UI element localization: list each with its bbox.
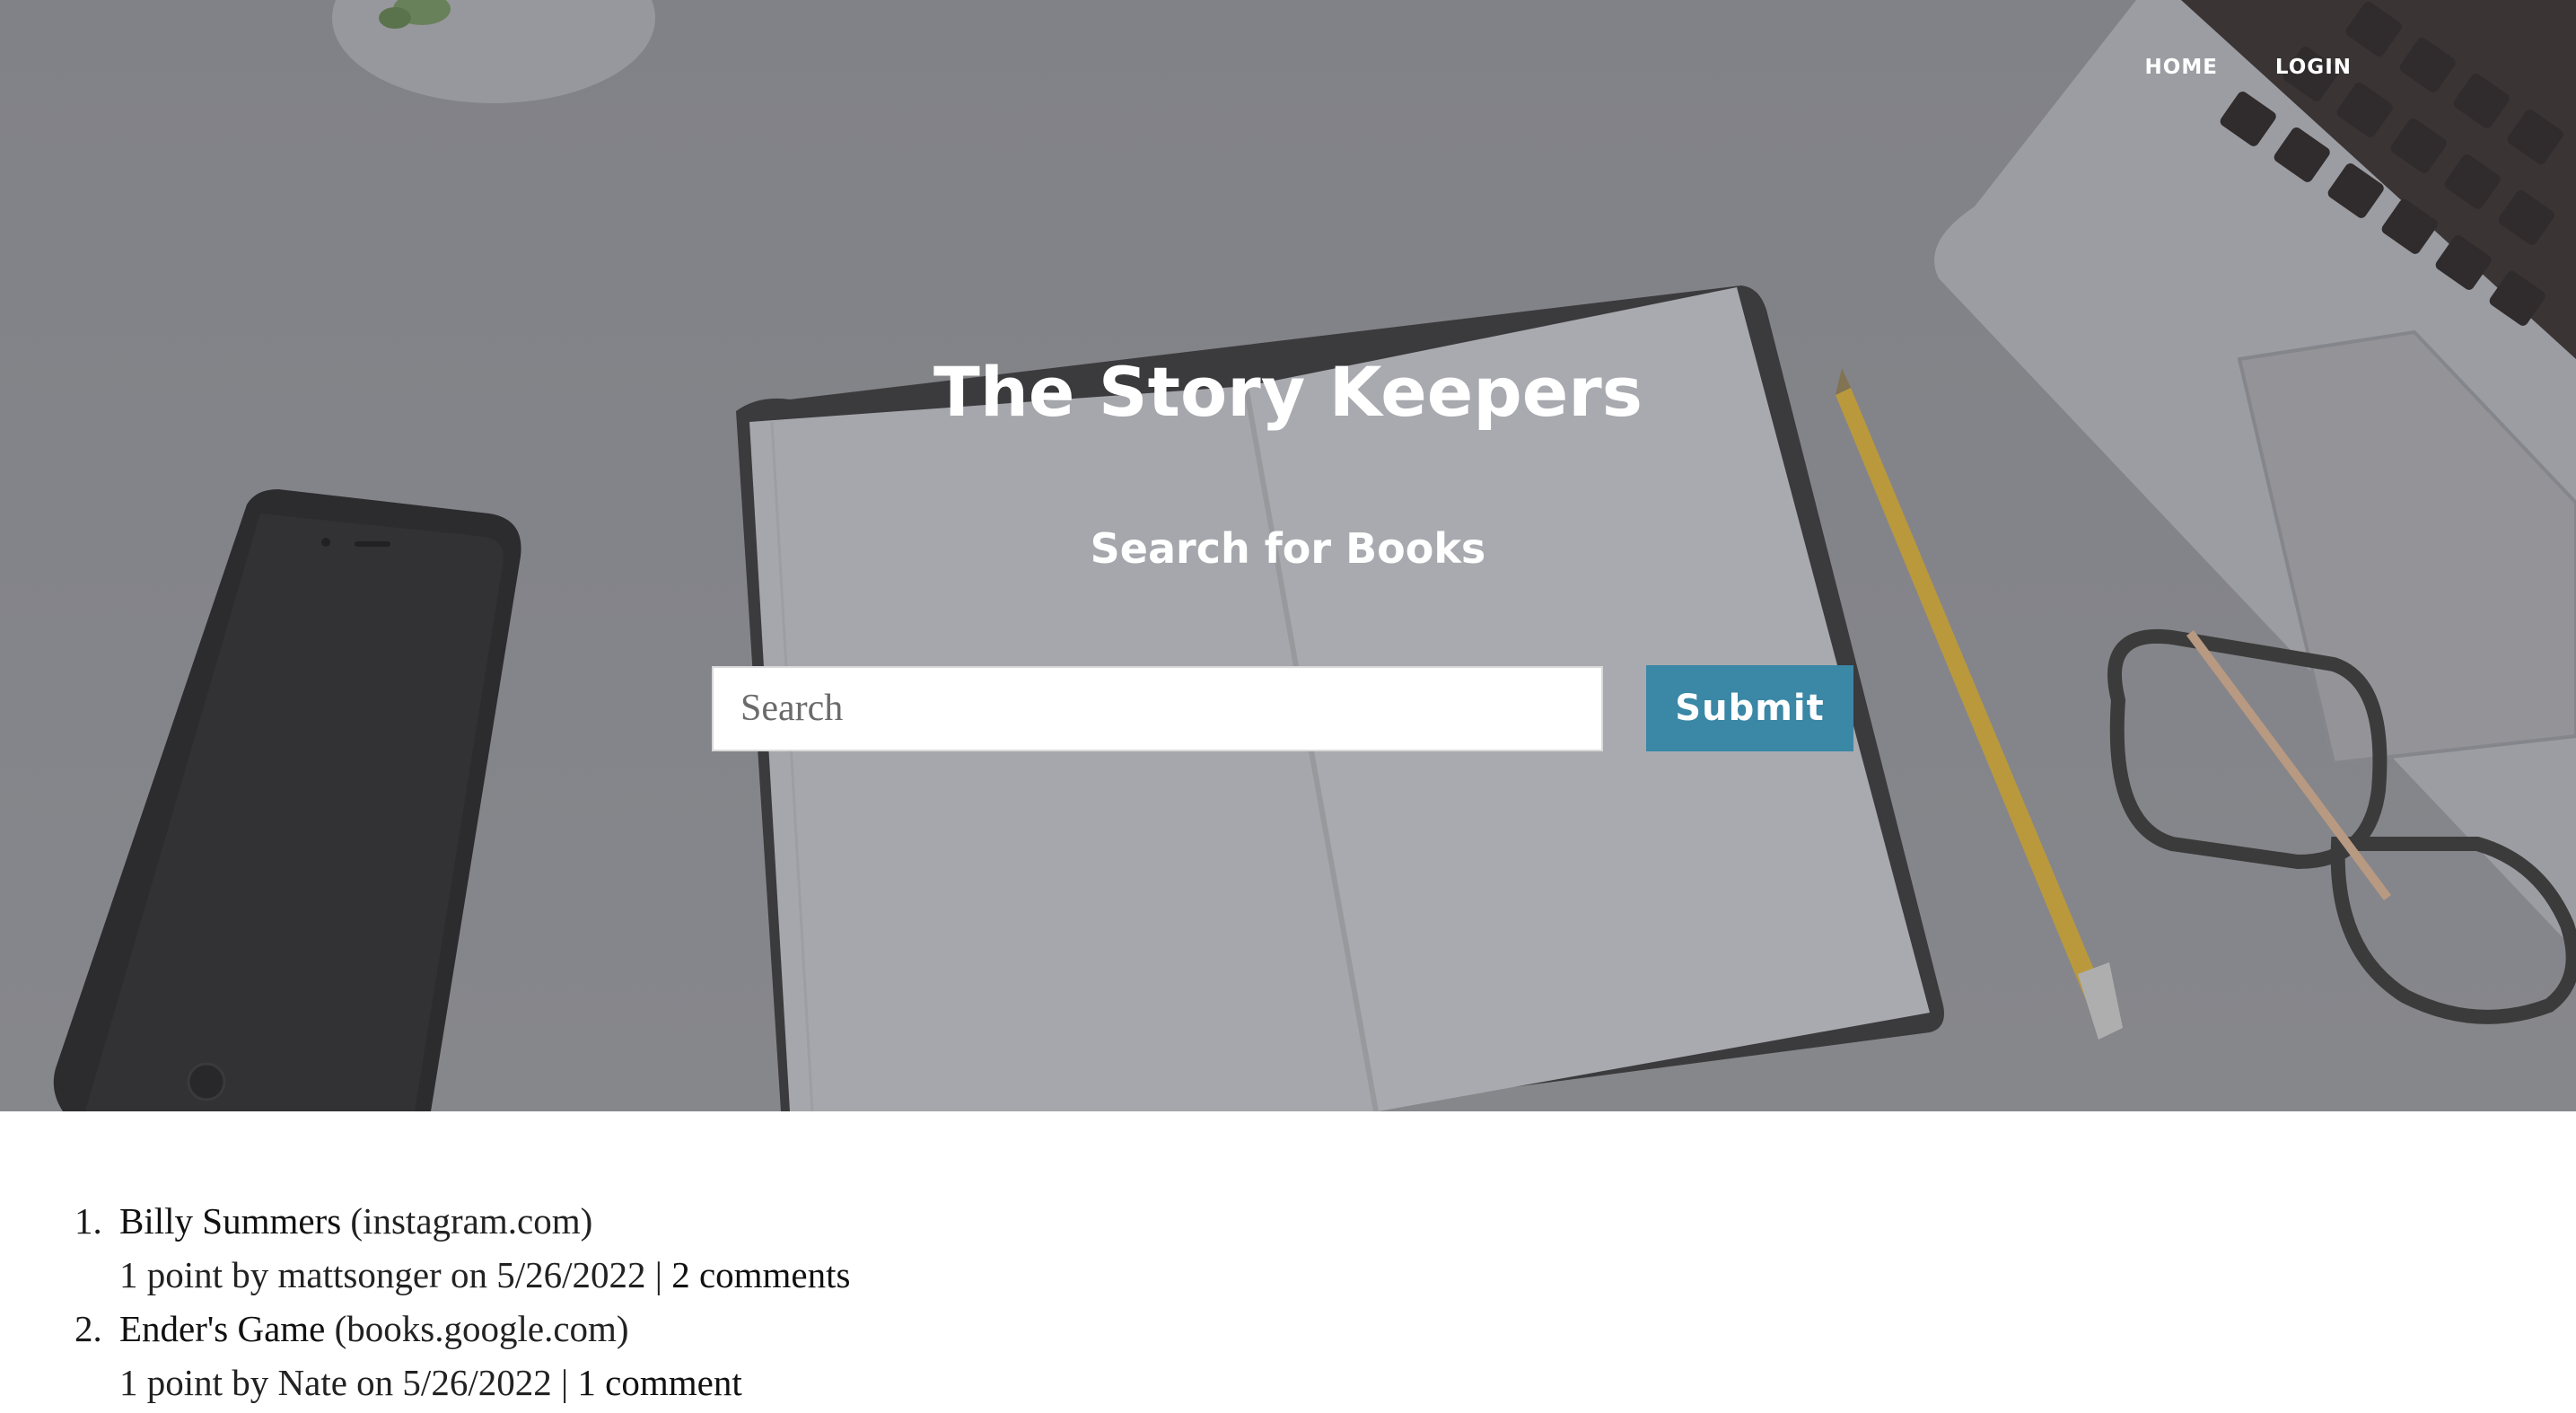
submit-button[interactable]: Submit xyxy=(1646,665,1853,751)
top-nav: HOME LOGIN xyxy=(2145,56,2352,79)
post-domain: (books.google.com) xyxy=(334,1308,629,1349)
site-title: The Story Keepers xyxy=(933,352,1643,432)
nav-login-link[interactable]: LOGIN xyxy=(2275,56,2352,79)
search-form: Submit xyxy=(712,665,1853,751)
search-heading: Search for Books xyxy=(1090,524,1486,573)
post-comments-link[interactable]: 2 comments xyxy=(671,1254,850,1295)
list-item: 2. Ender's Game (books.google.com) 1 poi… xyxy=(74,1302,850,1409)
post-title-link[interactable]: Billy Summers xyxy=(119,1200,341,1242)
post-meta: 1 point by mattsonger on 5/26/2022 | xyxy=(119,1254,662,1295)
post-domain: (instagram.com) xyxy=(350,1200,593,1242)
search-input[interactable] xyxy=(712,665,1603,751)
post-meta: 1 point by Nate on 5/26/2022 | xyxy=(119,1362,569,1403)
list-item: 1. Billy Summers (instagram.com) 1 point… xyxy=(74,1194,850,1302)
nav-home-link[interactable]: HOME xyxy=(2145,56,2218,79)
post-title-link[interactable]: Ender's Game xyxy=(119,1308,325,1349)
hero-banner: HOME LOGIN The Story Keepers Search for … xyxy=(0,0,2576,1111)
item-number: 1. xyxy=(74,1200,102,1242)
book-post-list: 1. Billy Summers (instagram.com) 1 point… xyxy=(0,1194,850,1409)
post-comments-link[interactable]: 1 comment xyxy=(577,1362,741,1403)
item-number: 2. xyxy=(74,1308,102,1349)
